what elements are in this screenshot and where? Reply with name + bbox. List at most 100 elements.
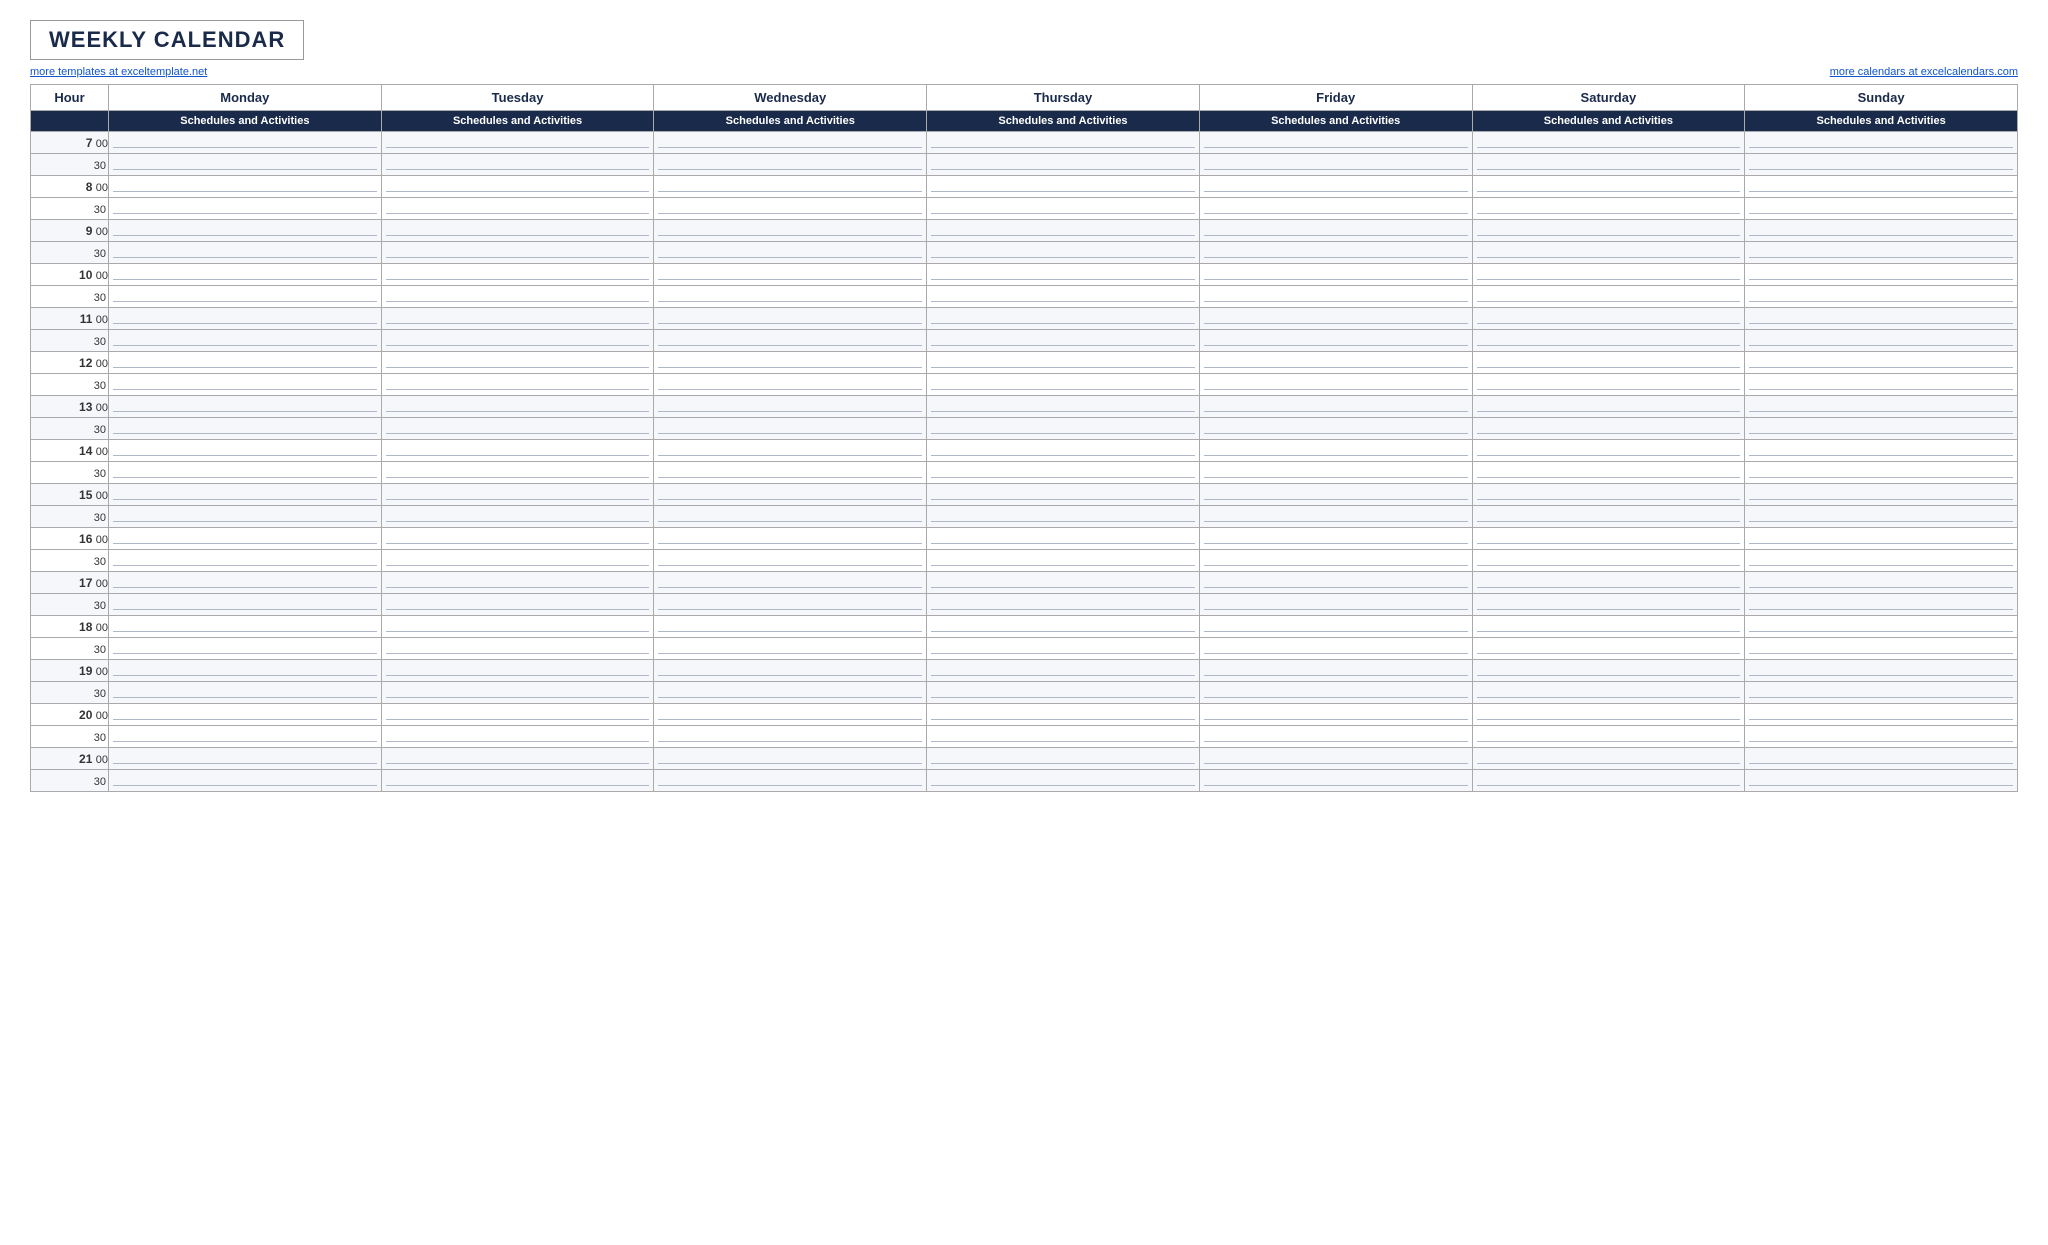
schedule-cell[interactable] <box>654 308 927 330</box>
schedule-cell[interactable] <box>1199 374 1472 396</box>
schedule-cell[interactable] <box>1745 748 2018 770</box>
schedule-cell[interactable] <box>1472 330 1745 352</box>
schedule-cell[interactable] <box>654 682 927 704</box>
schedule-cell[interactable] <box>1199 264 1472 286</box>
schedule-cell[interactable] <box>1472 176 1745 198</box>
schedule-cell[interactable] <box>1472 682 1745 704</box>
schedule-cell[interactable] <box>927 726 1200 748</box>
schedule-cell[interactable] <box>1199 550 1472 572</box>
schedule-cell[interactable] <box>109 616 382 638</box>
schedule-cell[interactable] <box>1745 264 2018 286</box>
schedule-cell[interactable] <box>654 550 927 572</box>
schedule-cell[interactable] <box>381 748 654 770</box>
schedule-cell[interactable] <box>927 352 1200 374</box>
schedule-cell[interactable] <box>654 330 927 352</box>
schedule-cell[interactable] <box>654 396 927 418</box>
schedule-cell[interactable] <box>109 264 382 286</box>
schedule-cell[interactable] <box>109 198 382 220</box>
schedule-cell[interactable] <box>927 220 1200 242</box>
schedule-cell[interactable] <box>1745 770 2018 792</box>
schedule-cell[interactable] <box>1472 154 1745 176</box>
schedule-cell[interactable] <box>1472 264 1745 286</box>
schedule-cell[interactable] <box>1472 726 1745 748</box>
schedule-cell[interactable] <box>381 220 654 242</box>
schedule-cell[interactable] <box>1199 726 1472 748</box>
schedule-cell[interactable] <box>1745 220 2018 242</box>
schedule-cell[interactable] <box>381 132 654 154</box>
schedule-cell[interactable] <box>1199 154 1472 176</box>
schedule-cell[interactable] <box>927 528 1200 550</box>
schedule-cell[interactable] <box>109 220 382 242</box>
schedule-cell[interactable] <box>1472 660 1745 682</box>
schedule-cell[interactable] <box>1472 286 1745 308</box>
schedule-cell[interactable] <box>1745 682 2018 704</box>
schedule-cell[interactable] <box>1199 484 1472 506</box>
schedule-cell[interactable] <box>654 132 927 154</box>
schedule-cell[interactable] <box>1745 330 2018 352</box>
schedule-cell[interactable] <box>381 616 654 638</box>
schedule-cell[interactable] <box>109 528 382 550</box>
schedule-cell[interactable] <box>927 550 1200 572</box>
schedule-cell[interactable] <box>927 132 1200 154</box>
schedule-cell[interactable] <box>109 330 382 352</box>
schedule-cell[interactable] <box>654 440 927 462</box>
schedule-cell[interactable] <box>1472 704 1745 726</box>
schedule-cell[interactable] <box>381 528 654 550</box>
schedule-cell[interactable] <box>654 352 927 374</box>
schedule-cell[interactable] <box>927 286 1200 308</box>
schedule-cell[interactable] <box>927 616 1200 638</box>
schedule-cell[interactable] <box>654 154 927 176</box>
schedule-cell[interactable] <box>654 418 927 440</box>
schedule-cell[interactable] <box>1745 396 2018 418</box>
schedule-cell[interactable] <box>109 154 382 176</box>
schedule-cell[interactable] <box>1472 374 1745 396</box>
schedule-cell[interactable] <box>109 418 382 440</box>
schedule-cell[interactable] <box>654 594 927 616</box>
schedule-cell[interactable] <box>1472 440 1745 462</box>
schedule-cell[interactable] <box>1745 352 2018 374</box>
schedule-cell[interactable] <box>109 506 382 528</box>
schedule-cell[interactable] <box>1745 550 2018 572</box>
schedule-cell[interactable] <box>1745 198 2018 220</box>
schedule-cell[interactable] <box>1199 396 1472 418</box>
schedule-cell[interactable] <box>1199 308 1472 330</box>
schedule-cell[interactable] <box>109 132 382 154</box>
schedule-cell[interactable] <box>1472 418 1745 440</box>
schedule-cell[interactable] <box>381 198 654 220</box>
schedule-cell[interactable] <box>1199 594 1472 616</box>
schedule-cell[interactable] <box>654 660 927 682</box>
schedule-cell[interactable] <box>1199 286 1472 308</box>
schedule-cell[interactable] <box>927 660 1200 682</box>
schedule-cell[interactable] <box>654 748 927 770</box>
schedule-cell[interactable] <box>1472 308 1745 330</box>
schedule-cell[interactable] <box>654 176 927 198</box>
schedule-cell[interactable] <box>927 176 1200 198</box>
schedule-cell[interactable] <box>654 528 927 550</box>
schedule-cell[interactable] <box>927 682 1200 704</box>
schedule-cell[interactable] <box>927 198 1200 220</box>
schedule-cell[interactable] <box>654 220 927 242</box>
schedule-cell[interactable] <box>1199 176 1472 198</box>
schedule-cell[interactable] <box>1199 638 1472 660</box>
schedule-cell[interactable] <box>1199 330 1472 352</box>
schedule-cell[interactable] <box>1199 770 1472 792</box>
schedule-cell[interactable] <box>381 418 654 440</box>
schedule-cell[interactable] <box>1472 462 1745 484</box>
schedule-cell[interactable] <box>109 374 382 396</box>
schedule-cell[interactable] <box>109 682 382 704</box>
schedule-cell[interactable] <box>1745 484 2018 506</box>
schedule-cell[interactable] <box>927 638 1200 660</box>
schedule-cell[interactable] <box>1472 506 1745 528</box>
schedule-cell[interactable] <box>927 374 1200 396</box>
schedule-cell[interactable] <box>654 506 927 528</box>
schedule-cell[interactable] <box>109 484 382 506</box>
schedule-cell[interactable] <box>1199 132 1472 154</box>
schedule-cell[interactable] <box>109 726 382 748</box>
schedule-cell[interactable] <box>109 638 382 660</box>
schedule-cell[interactable] <box>1745 418 2018 440</box>
schedule-cell[interactable] <box>927 154 1200 176</box>
schedule-cell[interactable] <box>381 726 654 748</box>
schedule-cell[interactable] <box>1745 704 2018 726</box>
schedule-cell[interactable] <box>927 330 1200 352</box>
schedule-cell[interactable] <box>927 770 1200 792</box>
